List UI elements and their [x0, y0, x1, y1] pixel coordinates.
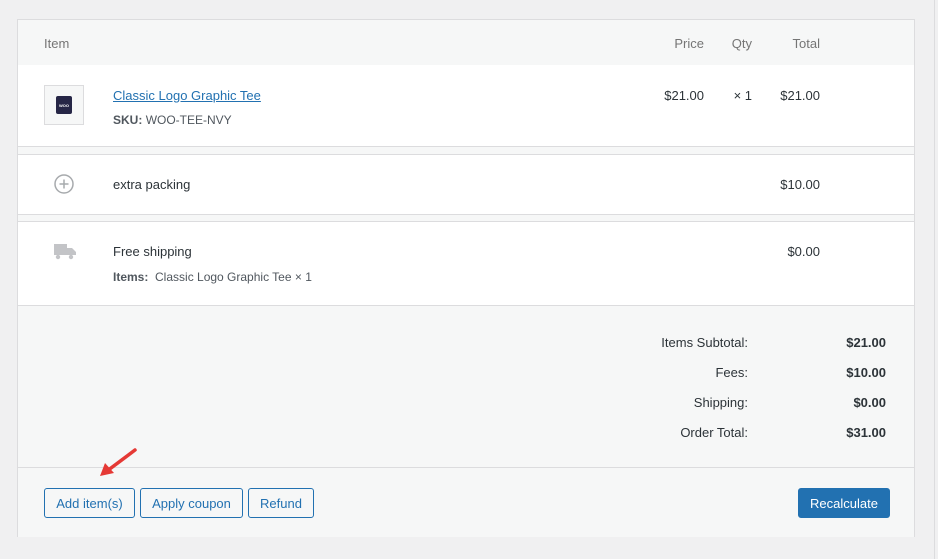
tshirt-icon: WOO — [56, 96, 72, 114]
sku-value: WOO-TEE-NVY — [145, 113, 232, 127]
truck-icon — [54, 244, 76, 260]
apply-coupon-button[interactable]: Apply coupon — [140, 488, 243, 518]
shipping-name: Free shipping — [113, 244, 192, 259]
shipping-total-label: Shipping: — [693, 395, 748, 410]
subtotal-value: $21.00 — [846, 335, 886, 350]
line-item-qty: × 1 — [733, 88, 752, 103]
scroll-edge — [934, 0, 935, 559]
order-total-value: $31.00 — [846, 425, 886, 440]
header-item: Item — [44, 36, 70, 51]
header-total: Total — [792, 36, 820, 51]
line-item-total: $21.00 — [780, 88, 820, 103]
recalculate-button[interactable]: Recalculate — [798, 488, 890, 518]
table-header: Item Price Qty Total — [18, 20, 914, 65]
plus-circle-icon — [54, 174, 74, 194]
order-total-label: Order Total: — [680, 425, 748, 440]
shipping-row: Free shipping Items: Classic Logo Graphi… — [18, 221, 914, 306]
header-qty: Qty — [731, 36, 752, 51]
add-items-button[interactable]: Add item(s) — [44, 488, 135, 518]
product-link[interactable]: Classic Logo Graphic Tee — [113, 88, 261, 103]
fees-label: Fees: — [715, 365, 748, 380]
header-price: Price — [674, 36, 704, 51]
sku-label: SKU: — [113, 113, 143, 127]
shipping-total-value: $0.00 — [853, 395, 886, 410]
shipping-items-label: Items: — [113, 270, 149, 284]
order-items-panel: Item Price Qty Total WOO Classic Logo Gr… — [17, 19, 915, 537]
shipping-total: $0.00 — [787, 244, 820, 259]
refund-button[interactable]: Refund — [248, 488, 314, 518]
product-thumbnail[interactable]: WOO — [44, 85, 84, 125]
subtotal-label: Items Subtotal: — [661, 335, 748, 350]
fee-total: $10.00 — [780, 177, 820, 192]
product-sku: SKU: WOO-TEE-NVY — [113, 113, 232, 127]
fee-name: extra packing — [113, 177, 191, 192]
shipping-items: Items: Classic Logo Graphic Tee × 1 — [113, 270, 312, 284]
line-item-price: $21.00 — [664, 88, 704, 103]
line-item-row: WOO Classic Logo Graphic Tee SKU: WOO-TE… — [18, 65, 914, 147]
fee-row: extra packing $10.00 — [18, 154, 914, 215]
fees-value: $10.00 — [846, 365, 886, 380]
order-actions-bar: Add item(s) Apply coupon Refund Recalcul… — [18, 467, 914, 537]
red-arrow-annotation-icon — [100, 448, 137, 476]
shipping-items-value: Classic Logo Graphic Tee × 1 — [155, 270, 312, 284]
